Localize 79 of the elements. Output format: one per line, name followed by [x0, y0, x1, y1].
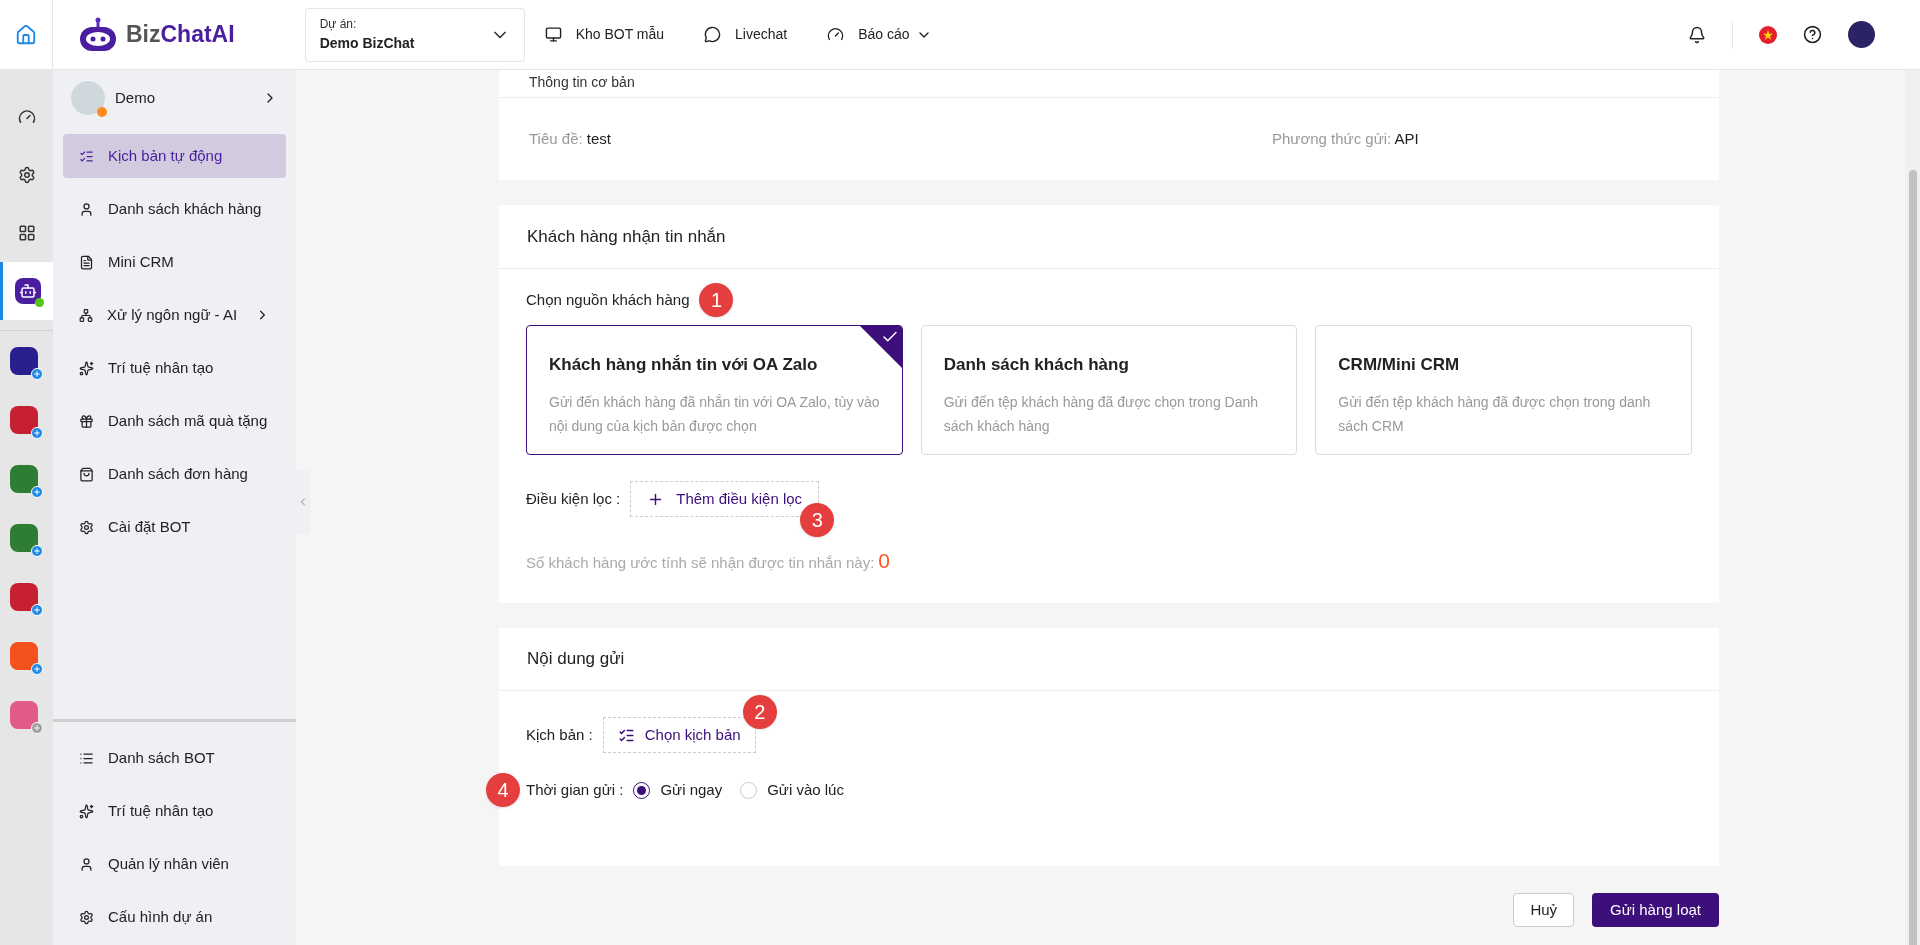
person-icon: [79, 201, 94, 217]
settings-icon: [79, 909, 94, 925]
option-title: CRM/Mini CRM: [1338, 354, 1461, 376]
list-icon: [79, 148, 94, 164]
flag-icon[interactable]: [1759, 25, 1777, 44]
sidebar-item[interactable]: Mini CRM: [63, 240, 286, 284]
gauge-icon: [17, 108, 36, 126]
info-field: Phương thức gửi: API: [1272, 127, 1419, 151]
card-title: Khách hàng nhận tin nhắn: [527, 225, 726, 248]
network-icon: [79, 307, 93, 323]
brand-name: BizChatAI: [126, 20, 235, 50]
nav-link[interactable]: Kho BOT mẫu: [544, 24, 665, 45]
document-icon: [79, 254, 94, 270]
sidebar-item[interactable]: Danh sách khách hàng: [63, 187, 286, 231]
time-label: Thời gian gửi :: [526, 780, 624, 800]
filter-label: Điều kiện lọc :: [526, 488, 621, 509]
script-label: Kịch bản :: [526, 724, 593, 745]
app-icon[interactable]: [10, 583, 43, 616]
sparkle-icon: [79, 360, 94, 376]
project-label: Dự án:: [319, 16, 358, 33]
check-corner: [859, 326, 902, 368]
sidebar-item[interactable]: Cấu hình dự án: [63, 895, 286, 939]
sidebar-item[interactable]: Kịch bản tự động: [63, 134, 286, 178]
info-field: Tiêu đề: test: [529, 127, 1272, 151]
estimate-count: 0: [878, 548, 890, 574]
source-label: Chọn nguồn khách hàng: [526, 289, 690, 310]
notification-icon[interactable]: [1688, 25, 1706, 44]
chat-icon: [704, 26, 722, 43]
nav-link[interactable]: Livechat: [704, 24, 788, 45]
grid-icon: [17, 224, 36, 242]
settings-icon: [79, 519, 94, 535]
avatar[interactable]: [1848, 21, 1875, 48]
bot-name: Demo: [115, 87, 155, 108]
gift-icon: [79, 413, 94, 429]
cancel-button[interactable]: Huỷ: [1513, 893, 1575, 927]
sidebar-item[interactable]: Trí tuệ nhân tạo: [63, 346, 286, 390]
help-icon[interactable]: [1803, 25, 1822, 44]
bot-icon: [15, 278, 41, 304]
collapse-handle[interactable]: [296, 470, 310, 534]
sidebar-item[interactable]: Quản lý nhân viên: [63, 842, 286, 886]
card-title: Nội dung gửi: [527, 648, 625, 671]
list-icon: [79, 750, 94, 766]
sidebar-item[interactable]: Trí tuệ nhân tạo: [63, 789, 286, 833]
option-title: Khách hàng nhắn tin với OA Zalo: [549, 354, 819, 376]
option-description: Gửi đến tệp khách hàng đã được chọn trong danh sách CRM: [1338, 392, 1652, 436]
source-option[interactable]: Danh sách khách hàng Gửi đến tệp khách hàng đã được chọn trong Danh sách khách hàng: [920, 325, 1298, 455]
step-marker: 2: [742, 695, 777, 729]
step-marker: 1: [699, 283, 734, 317]
gauge-icon: [827, 26, 845, 43]
project-name: Demo BizChat: [319, 34, 415, 53]
bag-icon: [79, 466, 94, 482]
sidebar-item[interactable]: Cài đặt BOT: [63, 505, 286, 549]
app-icon[interactable]: [10, 347, 43, 380]
card-title: Thông tin cơ bản: [529, 73, 635, 92]
home-icon[interactable]: [15, 23, 37, 46]
source-option[interactable]: CRM/Mini CRM Gửi đến tệp khách hàng đã được chọn trong danh sách CRM: [1315, 325, 1692, 455]
sidebar-item[interactable]: Xử lý ngôn ngữ - AI: [63, 293, 286, 337]
radio-option[interactable]: Gửi vào lúc: [740, 779, 844, 802]
sidebar-item[interactable]: Danh sách đơn hàng: [63, 452, 286, 496]
sparkle-icon: [79, 803, 94, 819]
submit-button[interactable]: Gửi hàng loạt: [1592, 893, 1719, 927]
monitor-icon: [544, 26, 562, 43]
nav-link[interactable]: Báo cáo: [827, 24, 932, 45]
option-description: Gửi đến tệp khách hàng đã được chọn trong Danh sách khách hàng: [943, 392, 1260, 436]
sidebar-item[interactable]: Danh sách BOT: [63, 736, 286, 780]
sidebar-item[interactable]: Danh sách mã quà tặng: [63, 399, 286, 443]
radio-option[interactable]: Gửi ngay: [633, 779, 723, 802]
logo-icon: [78, 16, 118, 53]
settings-icon: [17, 166, 36, 184]
bot-avatar: [71, 81, 105, 115]
app-icon[interactable]: [10, 406, 43, 439]
step-marker: 3: [800, 503, 835, 537]
project-select[interactable]: Dự án: Demo BizChat: [304, 7, 525, 62]
estimate-label: Số khách hàng ước tính sẽ nhận được tin nhắn này:: [526, 553, 875, 573]
option-description: Gửi đến khách hàng đã nhắn tin với OA Zalo, tùy vào nội dung của kịch bản được chọn: [549, 392, 880, 436]
person-icon: [79, 856, 94, 872]
option-title: Danh sách khách hàng: [943, 354, 1130, 376]
step-marker: 4: [486, 773, 520, 807]
source-option[interactable]: Khách hàng nhắn tin với OA Zalo Gửi đến khách hàng đã nhắn tin với OA Zalo, tùy vào nội dung của kịch bản được chọn: [526, 325, 903, 455]
